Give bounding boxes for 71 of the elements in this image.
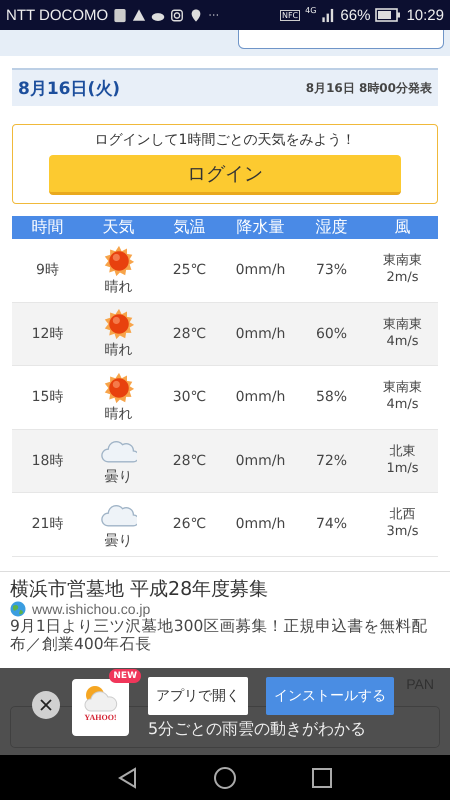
published-time: 8月16日 8時00分発表 [306, 80, 432, 96]
wind-direction: 北西 [390, 507, 416, 524]
wind-direction: 東南東 [383, 380, 422, 398]
precipitation-cell-text: 0mm/h [234, 262, 286, 278]
carrier-name: NTT DOCOMO [6, 6, 108, 24]
column-header: 風 [394, 217, 412, 238]
weather-label: 晴れ [104, 278, 132, 296]
new-badge: NEW [109, 669, 141, 683]
wind-speed: 4m/s [386, 397, 419, 414]
column-header: 気温 [172, 217, 206, 238]
humidity-cell-text: 58% [314, 389, 348, 406]
forecast-date: 8月16日(火) [18, 78, 120, 100]
wind-direction: 東南東 [383, 253, 422, 270]
wind-speed: 1m/s [386, 460, 419, 478]
temperature-cell-text: 28℃ [172, 452, 208, 469]
banner-tagline: 5分ごとの雨雲の動きがわかる [148, 719, 368, 740]
temperature-cell-text: 28℃ [172, 326, 208, 342]
wind-speed: 2m/s [386, 270, 419, 288]
weather-label: 晴れ [104, 341, 132, 360]
column-header: 時間 [30, 217, 64, 238]
wind-direction: 東南東 [383, 316, 422, 334]
time-cell-text: 9時 [35, 261, 60, 280]
weather-label: 曇り [104, 532, 132, 550]
weather-label: 晴れ [104, 404, 132, 423]
map-pin-icon [189, 8, 204, 22]
more-indicator: ··· [208, 9, 220, 21]
sim-card-icon [113, 8, 128, 22]
wind-direction: 北東 [390, 444, 416, 461]
temperature-cell-text: 26℃ [172, 516, 208, 532]
close-icon [39, 698, 53, 712]
battery-percent: 66% [340, 6, 370, 24]
battery-icon [375, 8, 402, 22]
precipitation-cell-text: 0mm/h [234, 452, 286, 469]
wind-speed: 3m/s [386, 524, 419, 542]
weather-label: 曇り [104, 468, 132, 486]
network-type: 4G [305, 6, 316, 15]
signal-icon [321, 8, 336, 22]
humidity-cell-text: 73% [314, 262, 348, 278]
login-button[interactable]: ログイン [49, 155, 401, 195]
column-header: 天気 [102, 217, 136, 238]
recents-icon[interactable] [310, 766, 334, 790]
nfc-indicator: NFC [280, 10, 300, 20]
app-logo-text: YAHOO! [84, 713, 117, 722]
wind-speed: 4m/s [386, 334, 419, 351]
triangle-icon [132, 8, 146, 22]
precipitation-cell-text: 0mm/h [234, 326, 286, 342]
humidity-cell-text: 72% [314, 452, 348, 469]
precipitation-cell-text: 0mm/h [234, 516, 286, 532]
clock-time: 10:29 [406, 6, 444, 24]
login-message: ログインして1時間ごとの天気をみよう！ [94, 131, 356, 149]
column-header: 降水量 [236, 217, 286, 238]
register-button[interactable] [238, 30, 444, 49]
ad-description: 9月1日より三ツ沢墓地300区画募集！正規申込書を無料配布／創業400年石長 [10, 618, 428, 654]
globe-icon [10, 601, 26, 618]
time-cell-text: 18時 [30, 452, 64, 470]
time-cell-text: 12時 [30, 324, 64, 343]
humidity-cell-text: 74% [314, 516, 348, 532]
home-icon[interactable] [212, 766, 237, 790]
app-icon[interactable]: YAHOO! [72, 679, 129, 736]
close-button[interactable] [32, 691, 60, 719]
time-cell-text: 15時 [30, 388, 64, 406]
time-cell-text: 21時 [30, 515, 64, 534]
ad-url[interactable]: www.ishichou.co.jp [32, 601, 150, 618]
ad-title[interactable]: 横浜市営墓地 平成28年度募集 [10, 578, 440, 600]
temperature-cell-text: 25℃ [172, 262, 208, 278]
temperature-cell-text: 30℃ [172, 389, 208, 406]
camera-icon [170, 8, 184, 22]
column-header: 湿度 [314, 217, 348, 238]
precipitation-cell-text: 0mm/h [234, 389, 286, 406]
humidity-cell-text: 60% [314, 326, 348, 342]
open-in-app-button[interactable]: アプリで開く [148, 677, 248, 715]
